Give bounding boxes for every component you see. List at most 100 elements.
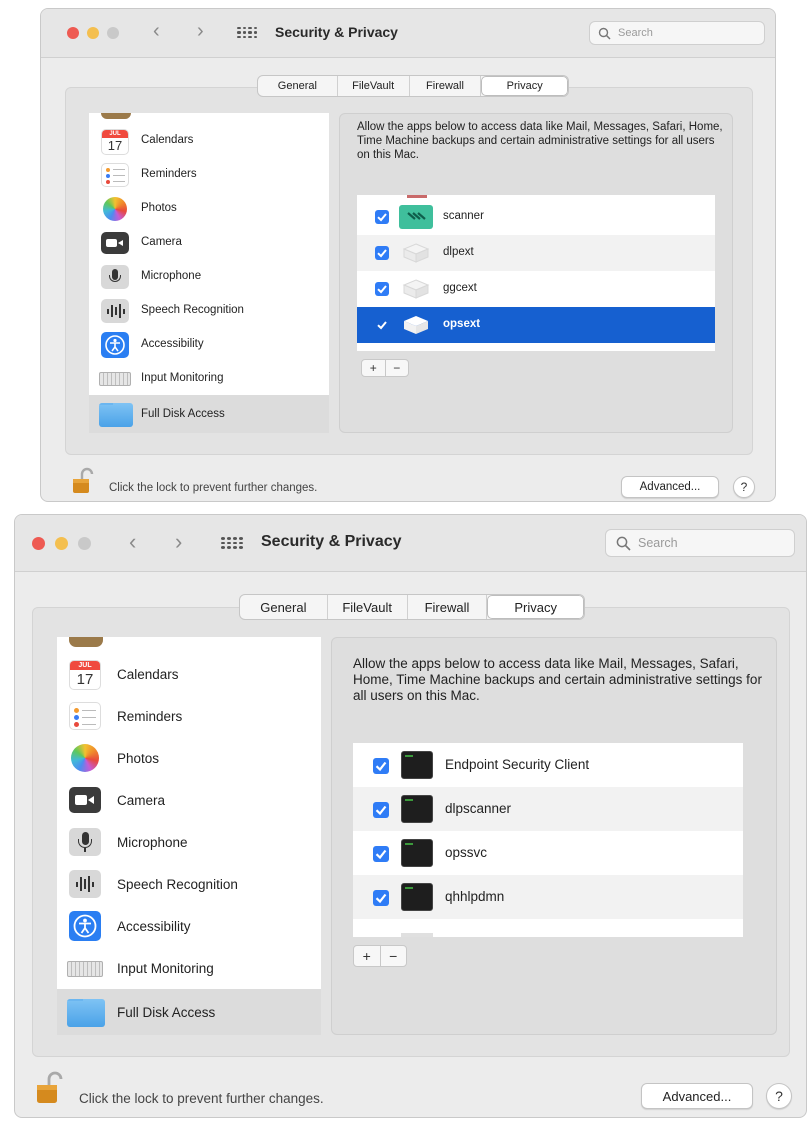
app-row-scanner[interactable]: scanner	[357, 199, 715, 235]
app-checkbox[interactable]	[373, 890, 389, 906]
tab-bar: General FileVault Firewall Privacy	[239, 594, 585, 620]
sidebar-item-accessibility[interactable]: Accessibility	[57, 905, 321, 947]
sidebar-item-label: Speech Recognition	[141, 304, 244, 316]
zoom-button[interactable]	[107, 27, 119, 39]
app-row-opsext[interactable]: opsext	[357, 307, 715, 343]
app-checkbox[interactable]	[375, 318, 389, 332]
partial-app-row	[401, 933, 433, 937]
app-name: qhhlpdmn	[445, 889, 505, 904]
photos-icon	[71, 744, 99, 772]
sidebar-item-reminders[interactable]: Reminders	[89, 157, 329, 191]
photos-icon	[103, 197, 127, 221]
app-checkbox[interactable]	[373, 802, 389, 818]
forward-icon[interactable]: ›	[175, 529, 182, 555]
sidebar-item-label: Microphone	[117, 834, 188, 850]
window-title: Security & Privacy	[275, 24, 398, 40]
sidebar-item-label: Camera	[117, 792, 166, 808]
help-button[interactable]: ?	[733, 476, 755, 498]
remove-app-button[interactable]: −	[386, 360, 409, 376]
search-field[interactable]: Search	[589, 21, 765, 45]
sidebar-item-label: Calendars	[141, 134, 194, 146]
app-list[interactable]: scanner dlpext ggcext opsext	[357, 195, 715, 351]
sidebar-item-label: Speech Recognition	[117, 876, 238, 892]
privacy-category-list[interactable]: JUL 17 Calendars Reminders Photos Camera…	[57, 637, 321, 1035]
advanced-button[interactable]: Advanced...	[641, 1083, 753, 1109]
speech-recognition-icon	[101, 299, 129, 323]
sidebar-item-camera[interactable]: Camera	[89, 225, 329, 259]
app-checkbox[interactable]	[375, 210, 389, 224]
sidebar-item-microphone[interactable]: Microphone	[89, 259, 329, 293]
back-icon[interactable]: ‹	[129, 529, 136, 555]
app-row-dlpscanner[interactable]: dlpscanner	[353, 787, 743, 831]
tab-bar: General FileVault Firewall Privacy	[257, 75, 569, 97]
sidebar-item-full-disk-access[interactable]: Full Disk Access	[89, 395, 329, 433]
extension-icon	[401, 278, 431, 300]
tab-filevault[interactable]: FileVault	[338, 76, 410, 96]
sidebar-item-speech-recognition[interactable]: Speech Recognition	[89, 293, 329, 327]
sidebar-item-camera[interactable]: Camera	[57, 779, 321, 821]
app-checkbox[interactable]	[375, 282, 389, 296]
sidebar-item-reminders[interactable]: Reminders	[57, 695, 321, 737]
tab-privacy[interactable]: Privacy	[481, 76, 568, 96]
app-checkbox[interactable]	[373, 846, 389, 862]
sidebar-item-label: Photos	[141, 202, 177, 214]
sidebar-item-speech-recognition[interactable]: Speech Recognition	[57, 863, 321, 905]
app-list[interactable]: Endpoint Security Client dlpscanner opss…	[353, 743, 743, 937]
calendar-day: 17	[76, 671, 94, 688]
show-all-grid-icon[interactable]	[237, 27, 257, 38]
reminders-icon	[101, 163, 129, 187]
privacy-category-list[interactable]: JUL 17 Calendars Reminders Photos Camera…	[89, 113, 329, 433]
sidebar-item-label: Accessibility	[141, 338, 204, 350]
app-checkbox[interactable]	[375, 246, 389, 260]
tab-general[interactable]: General	[240, 595, 328, 619]
sidebar-item-input-monitoring[interactable]: Input Monitoring	[57, 947, 321, 989]
calendar-month: JUL	[70, 661, 100, 670]
terminal-app-icon	[401, 795, 433, 823]
sidebar-item-accessibility[interactable]: Accessibility	[89, 327, 329, 361]
sidebar-item-label: Full Disk Access	[117, 1004, 216, 1020]
extension-icon	[401, 314, 431, 336]
advanced-button[interactable]: Advanced...	[621, 476, 719, 498]
tab-firewall[interactable]: Firewall	[410, 76, 482, 96]
app-row-dlpext[interactable]: dlpext	[357, 235, 715, 271]
sidebar-item-photos[interactable]: Photos	[89, 191, 329, 225]
minimize-button[interactable]	[55, 537, 68, 550]
close-button[interactable]	[32, 537, 45, 550]
terminal-app-icon	[401, 839, 433, 867]
sidebar-item-microphone[interactable]: Microphone	[57, 821, 321, 863]
tab-general[interactable]: General	[258, 76, 338, 96]
add-app-button[interactable]: +	[354, 946, 381, 966]
close-button[interactable]	[67, 27, 79, 39]
help-button[interactable]: ?	[766, 1083, 792, 1109]
back-icon[interactable]: ‹	[153, 20, 160, 43]
sidebar-item-calendars[interactable]: JUL 17 Calendars	[89, 123, 329, 157]
app-row-ggcext[interactable]: ggcext	[357, 271, 715, 307]
forward-icon[interactable]: ›	[197, 20, 204, 43]
partial-app-icon	[407, 195, 427, 198]
sidebar-item-full-disk-access[interactable]: Full Disk Access	[57, 989, 321, 1035]
add-remove-control: + −	[353, 945, 407, 967]
lock-status-text: Click the lock to prevent further change…	[109, 482, 318, 494]
sidebar-item-label: Accessibility	[117, 918, 191, 934]
app-checkbox[interactable]	[373, 758, 389, 774]
zoom-button[interactable]	[78, 537, 91, 550]
app-row-endpoint-security-client[interactable]: Endpoint Security Client	[353, 743, 743, 787]
search-field[interactable]: Search	[605, 529, 795, 557]
add-remove-control: + −	[361, 359, 409, 377]
tab-filevault[interactable]: FileVault	[328, 595, 408, 619]
minimize-button[interactable]	[87, 27, 99, 39]
app-row-opssvc[interactable]: opssvc	[353, 831, 743, 875]
show-all-grid-icon[interactable]	[221, 537, 243, 549]
lock-icon[interactable]	[69, 467, 99, 497]
sidebar-item-photos[interactable]: Photos	[57, 737, 321, 779]
sidebar-item-input-monitoring[interactable]: Input Monitoring	[89, 361, 329, 395]
lock-icon[interactable]	[33, 1071, 69, 1107]
add-app-button[interactable]: +	[362, 360, 386, 376]
tab-firewall[interactable]: Firewall	[408, 595, 488, 619]
tab-privacy[interactable]: Privacy	[487, 595, 584, 619]
app-row-qhhlpdmn[interactable]: qhhlpdmn	[353, 875, 743, 919]
sidebar-item-label: Reminders	[141, 168, 197, 180]
sidebar-item-calendars[interactable]: JUL 17 Calendars	[57, 653, 321, 695]
app-name: ggcext	[443, 282, 477, 294]
remove-app-button[interactable]: −	[381, 946, 407, 966]
